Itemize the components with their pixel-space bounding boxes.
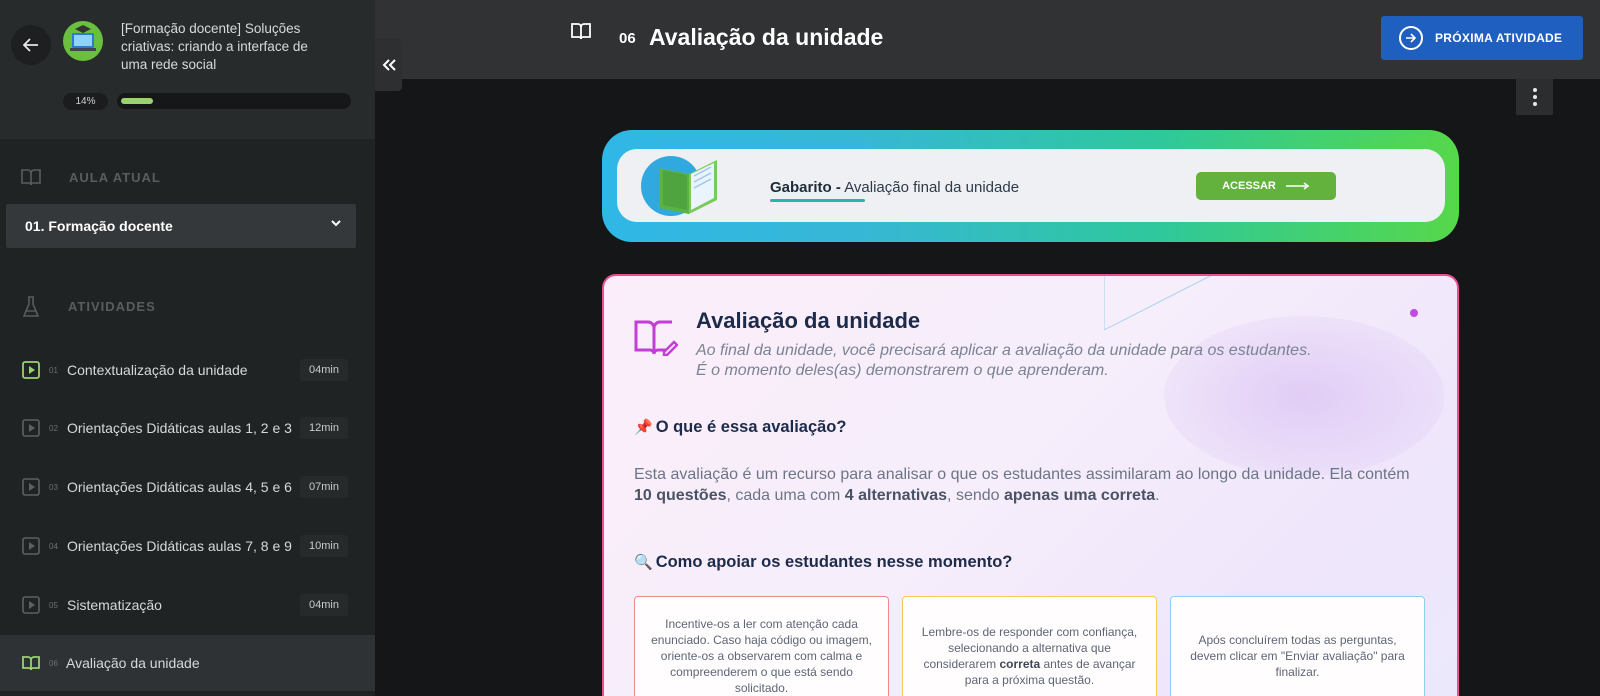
sidebar-header: [Formação docente] Soluções criativas: c…: [0, 0, 375, 139]
body-bold: 10 questões: [634, 487, 727, 504]
activity-item-04[interactable]: 04 Orientações Didáticas aulas 7, 8 e 9 …: [0, 518, 375, 574]
progress-percent: 14%: [63, 93, 108, 110]
assessment-card: Avaliação da unidade Ao final da unidade…: [602, 274, 1459, 696]
activity-number: 02: [49, 423, 58, 433]
tip-bold: correta: [999, 657, 1041, 671]
tip-text: Lembre-os de responder com confiança, se…: [917, 624, 1142, 688]
section-heading-how: 🔍 Como apoiar os estudantes nesse momento…: [634, 553, 1012, 572]
activity-item-05[interactable]: 05 Sistematização 04min: [0, 577, 375, 633]
card-body-text: Esta avaliação é um recurso para analisa…: [634, 464, 1424, 506]
course-title: [Formação docente] Soluções criativas: c…: [121, 21, 308, 72]
flask-icon: [22, 296, 40, 317]
body-text: , cada uma com: [726, 487, 845, 504]
activity-label: Contextualização da unidade: [67, 362, 248, 378]
access-button[interactable]: ACESSAR: [1196, 172, 1336, 200]
decorative-dot: [1410, 309, 1418, 317]
back-button[interactable]: [11, 25, 51, 65]
kebab-dot: [1532, 88, 1537, 92]
video-play-icon: [22, 361, 40, 379]
activity-duration: 12min: [300, 417, 348, 439]
kebab-dot: [1532, 102, 1537, 106]
activity-number: 05: [49, 600, 58, 610]
progress-fill: [121, 98, 153, 104]
answer-key-banner: Gabarito - Avaliação final da unidade AC…: [602, 130, 1459, 242]
arrow-left-icon: [23, 38, 38, 52]
tip-card-read: Incentive-os a ler com atenção cada enun…: [634, 596, 889, 696]
tip-card-confidence: Lembre-os de responder com confiança, se…: [902, 596, 1157, 696]
activity-label: Sistematização: [67, 597, 162, 613]
current-lesson-heading: AULA ATUAL: [69, 170, 161, 185]
banner-underline: [770, 199, 865, 202]
next-activity-button[interactable]: PRÓXIMA ATIVIDADE: [1381, 16, 1583, 60]
video-play-icon: [22, 478, 40, 496]
section-heading-text: O que é essa avaliação?: [655, 418, 847, 436]
double-chevron-left-icon: [382, 59, 396, 71]
open-book-icon: [21, 169, 41, 186]
video-play-icon: [22, 537, 40, 555]
activity-label: Orientações Didáticas aulas 1, 2 e 3: [67, 420, 292, 436]
book-pencil-icon: [634, 320, 678, 356]
activity-number: 04: [49, 541, 58, 551]
more-options-button[interactable]: [1516, 79, 1553, 115]
activity-number: 03: [49, 482, 58, 492]
tip-text: Após concluírem todas as perguntas, deve…: [1190, 633, 1405, 679]
body-text: Esta avaliação é um recurso para analisa…: [634, 466, 1410, 483]
arrow-right-circle-icon: [1399, 26, 1423, 50]
decorative-glow: [1164, 316, 1444, 476]
body-text: .: [1155, 487, 1160, 504]
card-title: Avaliação da unidade: [696, 308, 921, 333]
activity-item-01[interactable]: 01 Contextualização da unidade 04min: [0, 342, 375, 398]
activity-number: 06: [49, 658, 58, 668]
next-activity-label: PRÓXIMA ATIVIDADE: [1435, 31, 1563, 45]
app: [Formação docente] Soluções criativas: c…: [0, 0, 1600, 696]
activity-duration: 10min: [300, 535, 348, 557]
activity-label: Orientações Didáticas aulas 4, 5 e 6: [67, 479, 292, 495]
card-subtitle: Ao final da unidade, você precisará apli…: [696, 341, 1396, 381]
chevron-down-icon: [331, 220, 341, 227]
magnifier-icon: 🔍: [634, 554, 653, 571]
activities-heading: ATIVIDADES: [68, 299, 156, 314]
activity-item-06[interactable]: 06 Avaliação da unidade: [0, 635, 375, 691]
video-play-icon: [22, 596, 40, 614]
long-arrow-right-icon: [1285, 182, 1310, 190]
course-thumbnail: [63, 21, 103, 61]
activity-number: 01: [49, 365, 58, 375]
unit-number: 06: [619, 30, 636, 47]
book-illustration: [641, 156, 717, 216]
collapse-sidebar-button[interactable]: [375, 39, 402, 91]
progress-bar: [117, 93, 351, 109]
body-bold: apenas uma correta: [1003, 487, 1156, 504]
page-title: Avaliação da unidade: [649, 24, 884, 50]
section-heading-text: Como apoiar os estudantes nesse momento?: [655, 553, 1013, 571]
decorative-triangle: [1104, 276, 1212, 331]
banner-text: Gabarito - Avaliação final da unidade: [770, 179, 1019, 196]
banner-inner: Gabarito - Avaliação final da unidade AC…: [617, 149, 1445, 222]
activity-duration: 04min: [300, 359, 348, 381]
activity-item-02[interactable]: 02 Orientações Didáticas aulas 1, 2 e 3 …: [0, 400, 375, 456]
open-book-icon: [22, 656, 40, 671]
activity-item-03[interactable]: 03 Orientações Didáticas aulas 4, 5 e 6 …: [0, 459, 375, 515]
current-lesson-dropdown[interactable]: 01. Formação docente: [6, 204, 356, 248]
activity-duration: 07min: [300, 476, 348, 498]
video-play-icon: [22, 419, 40, 437]
card-subtitle-line: É o momento deles(as) demonstrarem o que…: [696, 362, 1109, 379]
body-text: , sendo: [947, 487, 1004, 504]
banner-bold: Gabarito -: [770, 179, 841, 196]
tip-text: Incentive-os a ler com atenção cada enun…: [651, 617, 872, 695]
card-subtitle-line: Ao final da unidade, você precisará apli…: [696, 342, 1312, 359]
activity-label: Orientações Didáticas aulas 7, 8 e 9: [67, 538, 292, 554]
banner-label: Avaliação final da unidade: [844, 179, 1020, 196]
sidebar: [Formação docente] Soluções criativas: c…: [0, 0, 375, 696]
activity-label: Avaliação da unidade: [66, 655, 200, 671]
access-label: ACESSAR: [1222, 180, 1276, 192]
body-bold: 4 alternativas: [844, 487, 948, 504]
section-heading-what: 📌 O que é essa avaliação?: [634, 418, 846, 437]
kebab-dot: [1532, 95, 1537, 99]
current-lesson-label: 01. Formação docente: [25, 218, 173, 234]
pushpin-icon: 📌: [634, 419, 653, 436]
tip-card-submit: Após concluírem todas as perguntas, deve…: [1170, 596, 1425, 696]
activity-duration: 04min: [300, 594, 348, 616]
open-book-icon: [571, 23, 591, 40]
